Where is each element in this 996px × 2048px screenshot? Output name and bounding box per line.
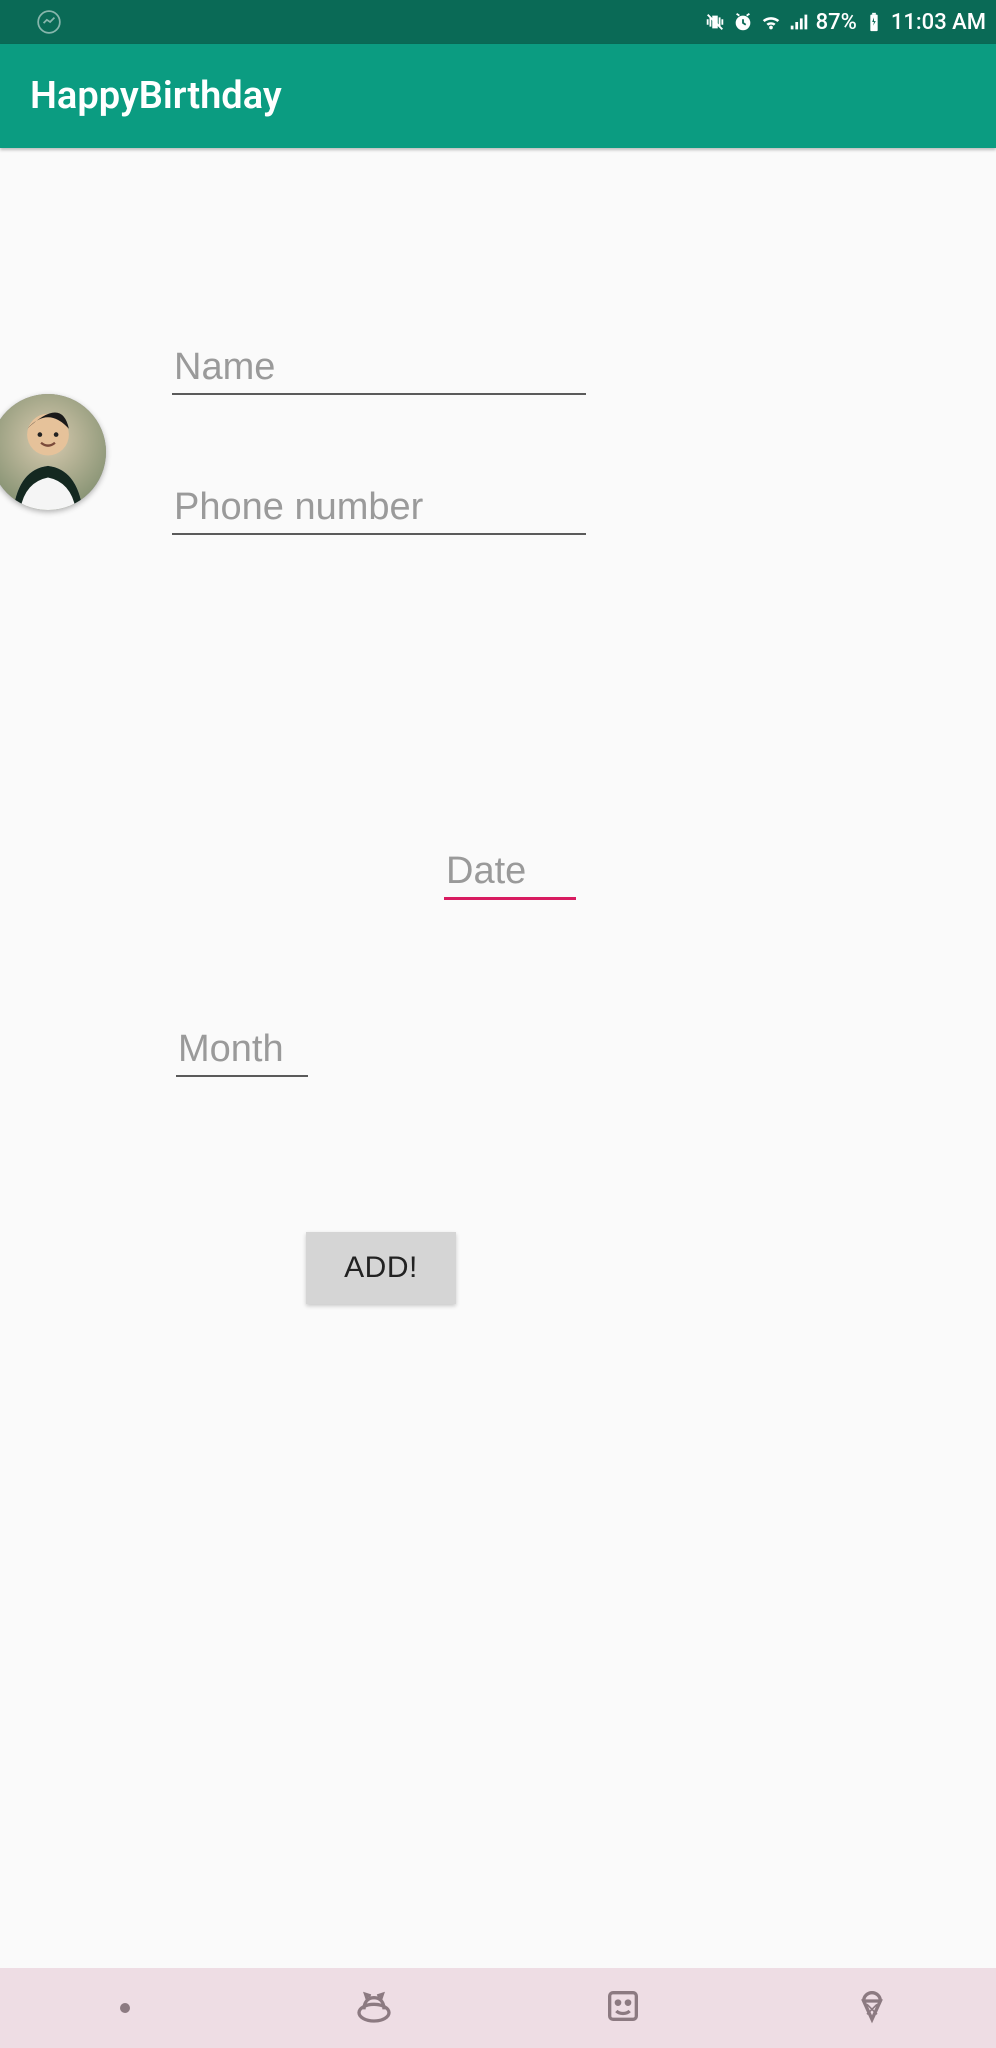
- app-bar: HappyBirthday: [0, 44, 996, 148]
- battery-charging-icon: [863, 11, 885, 33]
- wifi-icon: [760, 11, 782, 33]
- dot-icon: [120, 2003, 130, 2013]
- smiley-frame-icon: [603, 1986, 643, 2030]
- status-right: 87% 11:03 AM: [704, 10, 986, 35]
- bottom-nav: [0, 1968, 996, 2048]
- content-area: ADD!: [0, 148, 996, 1968]
- avatar[interactable]: [0, 394, 106, 510]
- status-left: [10, 9, 62, 35]
- add-button[interactable]: ADD!: [306, 1232, 456, 1304]
- messenger-icon: [36, 9, 62, 35]
- phone-input[interactable]: [172, 482, 586, 535]
- nav-cat[interactable]: [249, 1968, 498, 2048]
- vibrate-mute-icon: [704, 11, 726, 33]
- name-input[interactable]: [172, 342, 586, 395]
- nav-smiley[interactable]: [498, 1968, 747, 2048]
- alarm-icon: [732, 11, 754, 33]
- signal-icon: [788, 11, 810, 33]
- nav-icecream[interactable]: [747, 1968, 996, 2048]
- app-title: HappyBirthday: [30, 74, 282, 118]
- icecream-icon: [852, 1986, 892, 2030]
- nav-dot[interactable]: [0, 1968, 249, 2048]
- date-input[interactable]: [444, 846, 576, 900]
- battery-percent: 87%: [816, 10, 857, 35]
- month-input[interactable]: [176, 1024, 308, 1077]
- cat-icon: [354, 1986, 394, 2030]
- clock-time: 11:03 AM: [891, 10, 986, 35]
- status-bar: 87% 11:03 AM: [0, 0, 996, 44]
